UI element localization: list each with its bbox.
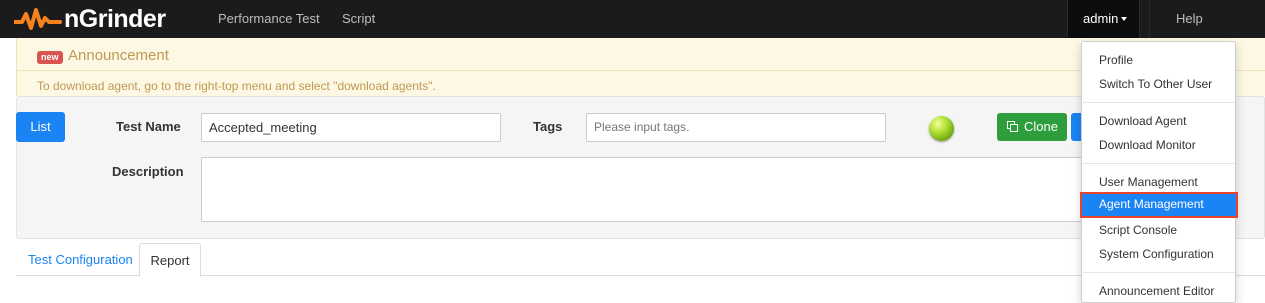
help-label: Help [1176, 11, 1203, 26]
pulse-logo-icon [14, 8, 62, 30]
announcement-body: To download agent, go to the right-top m… [37, 79, 436, 93]
brand-name: nGrinder [64, 4, 166, 33]
announcement-title: Announcement [68, 47, 169, 64]
menu-item-switch-user[interactable]: Switch To Other User [1082, 72, 1235, 96]
action-button-partial[interactable] [1071, 113, 1081, 141]
clone-label: Clone [1024, 119, 1058, 134]
test-name-label: Test Name [116, 119, 181, 134]
tags-input[interactable]: Please input tags. [586, 113, 886, 142]
menu-divider [1083, 272, 1235, 273]
menu-item-agent-management[interactable]: Agent Management [1080, 192, 1238, 218]
description-label: Description [112, 164, 184, 179]
announcement-panel: new Announcement To download agent, go t… [16, 38, 1265, 96]
menu-item-download-agent[interactable]: Download Agent [1082, 109, 1235, 133]
top-navbar: nGrinder Performance Test Script admin H… [0, 0, 1265, 38]
caret-down-icon [1121, 17, 1127, 21]
list-button[interactable]: List [16, 112, 65, 142]
menu-item-download-monitor[interactable]: Download Monitor [1082, 133, 1235, 157]
status-indicator-icon [929, 116, 954, 141]
menu-item-user-management[interactable]: User Management [1082, 170, 1235, 194]
menu-divider [1083, 163, 1235, 164]
tab-report[interactable]: Report [139, 243, 201, 277]
nav-performance-test[interactable]: Performance Test [218, 11, 320, 26]
user-dropdown-menu: Profile Switch To Other User Download Ag… [1080, 41, 1238, 303]
new-badge: new [37, 51, 63, 64]
clone-button[interactable]: Clone [997, 113, 1067, 141]
copy-icon [1007, 121, 1018, 132]
test-name-input[interactable]: Accepted_meeting [201, 113, 501, 142]
menu-item-system-configuration[interactable]: System Configuration [1082, 242, 1235, 266]
user-menu-toggle[interactable]: admin [1067, 0, 1140, 38]
help-menu[interactable]: Help [1149, 0, 1229, 38]
menu-divider [1083, 102, 1235, 103]
menu-item-announcement-editor[interactable]: Announcement Editor [1082, 279, 1235, 303]
user-menu-label: admin [1083, 11, 1119, 26]
nav-script[interactable]: Script [342, 11, 375, 26]
tags-label: Tags [533, 119, 563, 134]
description-textarea[interactable] [201, 157, 1101, 222]
ngrinder-logo[interactable]: nGrinder [14, 3, 166, 35]
tab-bar: Test Configuration Report [16, 243, 1265, 277]
menu-item-script-console[interactable]: Script Console [1082, 218, 1235, 242]
announcement-header[interactable]: new Announcement [17, 38, 1265, 71]
menu-item-profile[interactable]: Profile [1082, 48, 1235, 72]
tab-test-configuration[interactable]: Test Configuration [28, 243, 133, 276]
